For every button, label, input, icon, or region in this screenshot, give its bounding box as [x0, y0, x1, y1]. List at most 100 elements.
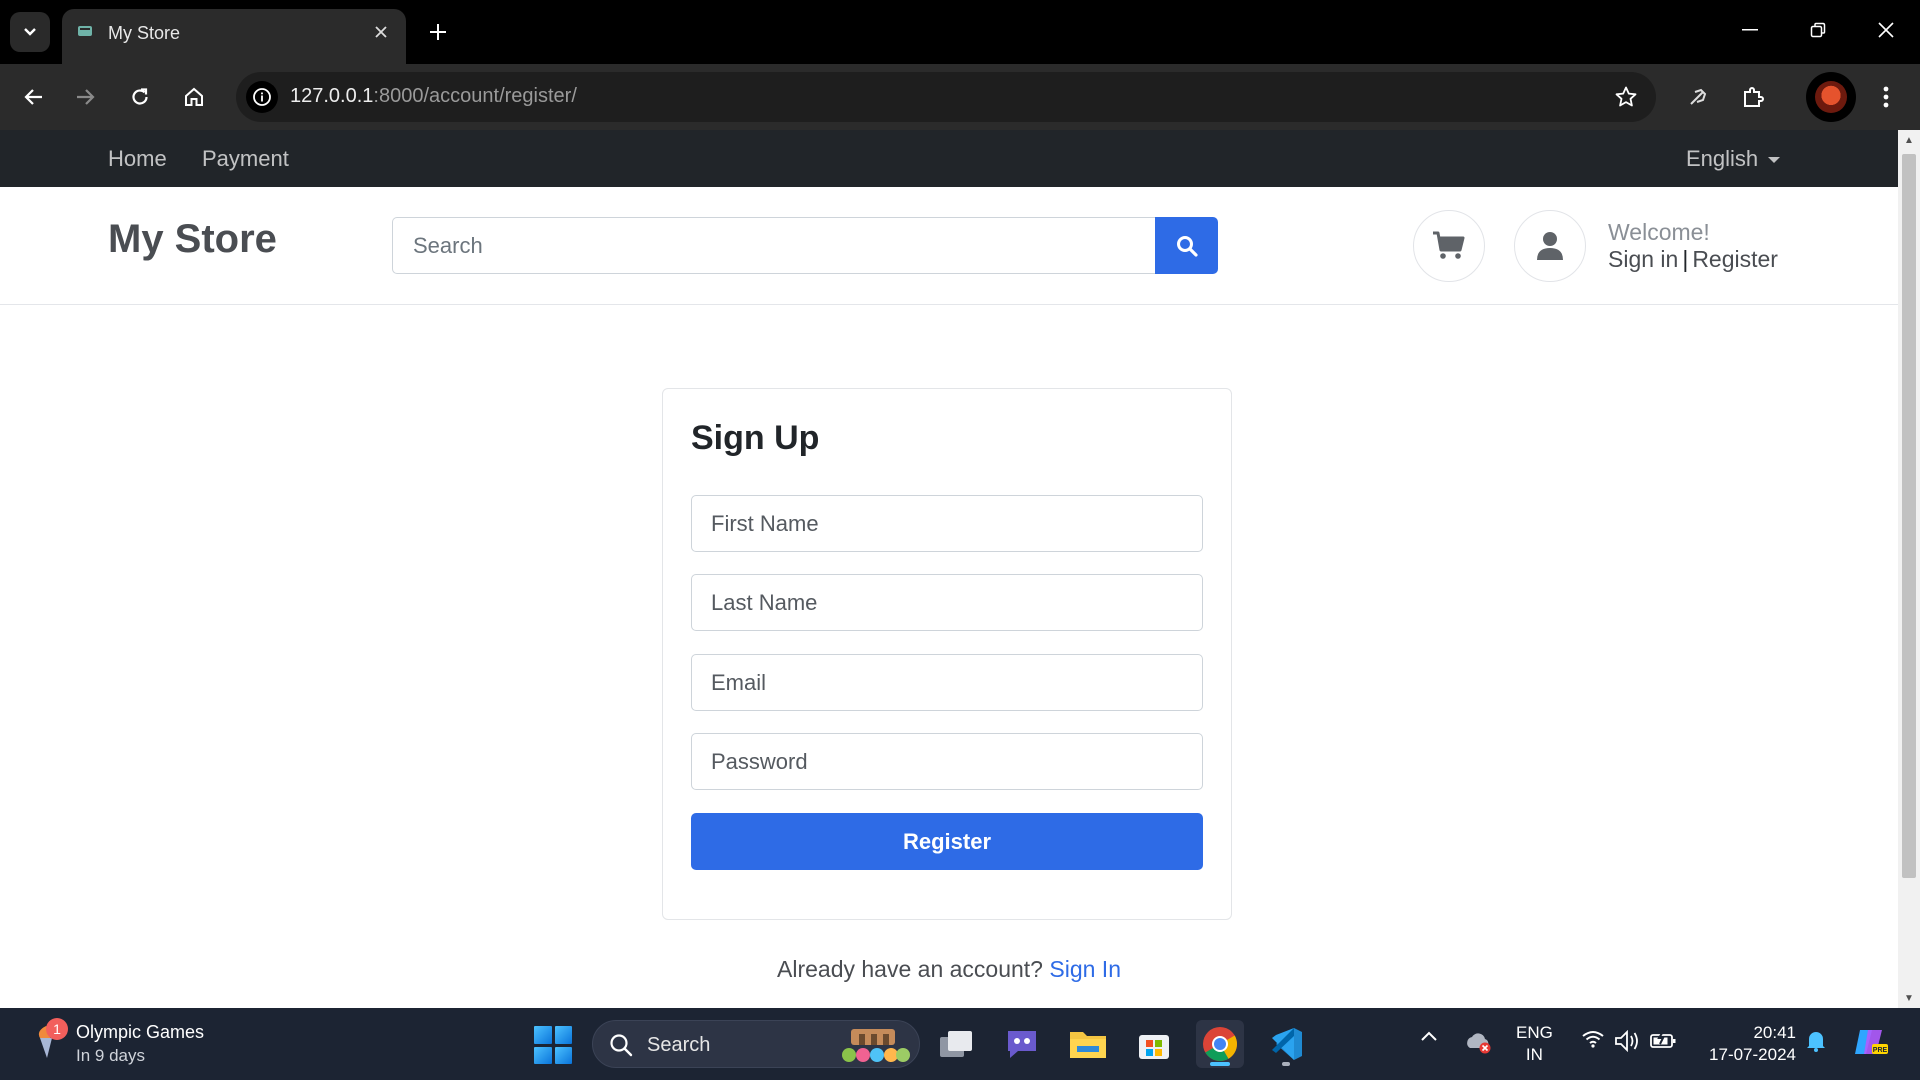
notification-badge: 1: [46, 1018, 68, 1040]
search-button[interactable]: [1155, 217, 1218, 274]
account-button[interactable]: [1514, 210, 1586, 282]
chrome-icon: [1203, 1027, 1237, 1061]
tab-search-button[interactable]: [10, 12, 50, 52]
search-input[interactable]: [392, 217, 1156, 274]
vscode-button[interactable]: [1262, 1020, 1310, 1068]
restore-icon: [1810, 22, 1826, 38]
news-title: Olympic Games: [76, 1022, 205, 1042]
news-subtitle: In 9 days: [76, 1046, 145, 1065]
notification-center-button[interactable]: [1806, 1030, 1826, 1052]
battery-status[interactable]: [1650, 1030, 1676, 1050]
reload-icon: [132, 88, 148, 105]
browser-tab[interactable]: My Store: [62, 9, 406, 64]
speaker-icon: [1615, 1030, 1638, 1052]
store-bag-icon: [1139, 1035, 1169, 1059]
restore-button[interactable]: [1784, 0, 1852, 60]
volume-status[interactable]: [1614, 1030, 1640, 1052]
page-title: Sign Up: [691, 419, 820, 457]
site-logo-title[interactable]: My Store: [108, 217, 277, 262]
active-app-indicator: [1210, 1062, 1230, 1066]
chevron-down-icon: [24, 28, 36, 36]
browser-toolbar: 127.0.0.1:8000/account/register/: [0, 64, 1920, 130]
page-scrollbar[interactable]: ▲ ▼: [1898, 130, 1920, 1008]
show-hidden-icons-button[interactable]: [1420, 1030, 1438, 1042]
task-view-button[interactable]: [932, 1020, 980, 1068]
file-explorer-button[interactable]: [1064, 1020, 1112, 1068]
info-icon: [253, 88, 271, 106]
close-window-button[interactable]: [1852, 0, 1920, 60]
vscode-icon: [1272, 1028, 1302, 1060]
cloud-error-icon: [1467, 1033, 1491, 1054]
link-separator: |: [1682, 246, 1689, 272]
nav-link-payment[interactable]: Payment: [202, 146, 289, 172]
welcome-text: Welcome!: [1608, 219, 1710, 245]
store-favicon-icon: [78, 26, 92, 36]
new-tab-button[interactable]: [420, 14, 456, 50]
start-button[interactable]: [534, 1026, 572, 1064]
scroll-down-arrow-icon[interactable]: ▼: [1903, 992, 1915, 1004]
close-icon: [1878, 22, 1894, 38]
tab-title: My Store: [108, 23, 181, 43]
taskbar-search[interactable]: Search: [592, 1020, 920, 1068]
cart-button[interactable]: [1413, 210, 1485, 282]
close-tab-icon[interactable]: [370, 21, 392, 43]
scroll-up-arrow-icon[interactable]: ▲: [1903, 134, 1915, 146]
nav-link-home[interactable]: Home: [108, 146, 167, 172]
onedrive-status-button[interactable]: [1464, 1030, 1492, 1054]
language-dropdown[interactable]: English: [1686, 146, 1781, 172]
register-link[interactable]: Register: [1692, 246, 1778, 272]
taskbar-search-label: Search: [647, 1034, 711, 1056]
browser-menu-button[interactable]: [1868, 79, 1904, 115]
svg-text:PRE: PRE: [1873, 1047, 1888, 1054]
last-name-field[interactable]: [691, 574, 1203, 631]
wifi-icon: [1582, 1031, 1604, 1048]
running-app-indicator: [1282, 1062, 1290, 1066]
site-header: My Store Welcome! Sign in|Register: [0, 187, 1898, 305]
language-label: English: [1686, 146, 1759, 171]
copilot-button[interactable]: PRE: [1852, 1026, 1888, 1058]
home-button[interactable]: [176, 79, 212, 115]
plus-icon: [430, 24, 446, 40]
signup-card: Sign Up Register: [662, 388, 1232, 920]
region-code: IN: [1525, 1045, 1543, 1064]
scroll-thumb[interactable]: [1902, 154, 1916, 878]
extension-feather-icon: [1690, 88, 1707, 105]
sign-in-link[interactable]: Sign in: [1608, 246, 1678, 272]
chrome-button[interactable]: [1196, 1020, 1244, 1068]
system-clock[interactable]: 20:41 17-07-2024: [1700, 1022, 1796, 1066]
extension-pin-button[interactable]: [1680, 79, 1716, 115]
clock-date: 17-07-2024: [1709, 1045, 1796, 1064]
teams-chat-button[interactable]: [998, 1020, 1046, 1068]
page-viewport: Home Payment English My Store Welcome! S…: [0, 130, 1898, 1008]
home-icon: [185, 87, 203, 106]
profile-avatar[interactable]: [1806, 72, 1856, 122]
windows-logo-icon: [534, 1026, 552, 1044]
lang-code: ENG: [1516, 1023, 1553, 1042]
wifi-status[interactable]: [1582, 1030, 1604, 1048]
minimize-icon: [1742, 29, 1758, 31]
puzzle-icon: [1744, 87, 1764, 107]
back-button[interactable]: [15, 79, 51, 115]
url-text: 127.0.0.1:8000/account/register/: [290, 85, 577, 107]
address-bar[interactable]: 127.0.0.1:8000/account/register/: [236, 72, 1656, 122]
password-field[interactable]: [691, 733, 1203, 790]
search-icon: [1176, 235, 1198, 257]
sign-in-footer-link[interactable]: Sign In: [1049, 956, 1121, 982]
site-top-nav: Home Payment English: [0, 130, 1898, 187]
site-info-button[interactable]: [246, 81, 278, 113]
microsoft-store-button[interactable]: [1130, 1020, 1178, 1068]
extensions-button[interactable]: [1735, 79, 1771, 115]
register-button[interactable]: Register: [691, 813, 1203, 870]
reload-button[interactable]: [122, 79, 158, 115]
input-language-indicator[interactable]: ENG IN: [1516, 1022, 1553, 1066]
minimize-button[interactable]: [1716, 0, 1784, 60]
signin-prompt: Already have an account? Sign In: [0, 956, 1898, 983]
first-name-field[interactable]: [691, 495, 1203, 552]
forward-button[interactable]: [68, 79, 104, 115]
arrow-right-icon: [77, 89, 95, 105]
clock-time: 20:41: [1753, 1023, 1796, 1042]
more-vertical-icon: [1883, 86, 1889, 108]
olympics-art-icon: [842, 1029, 910, 1062]
email-field[interactable]: [691, 654, 1203, 711]
bookmark-star-icon[interactable]: [1612, 83, 1640, 111]
